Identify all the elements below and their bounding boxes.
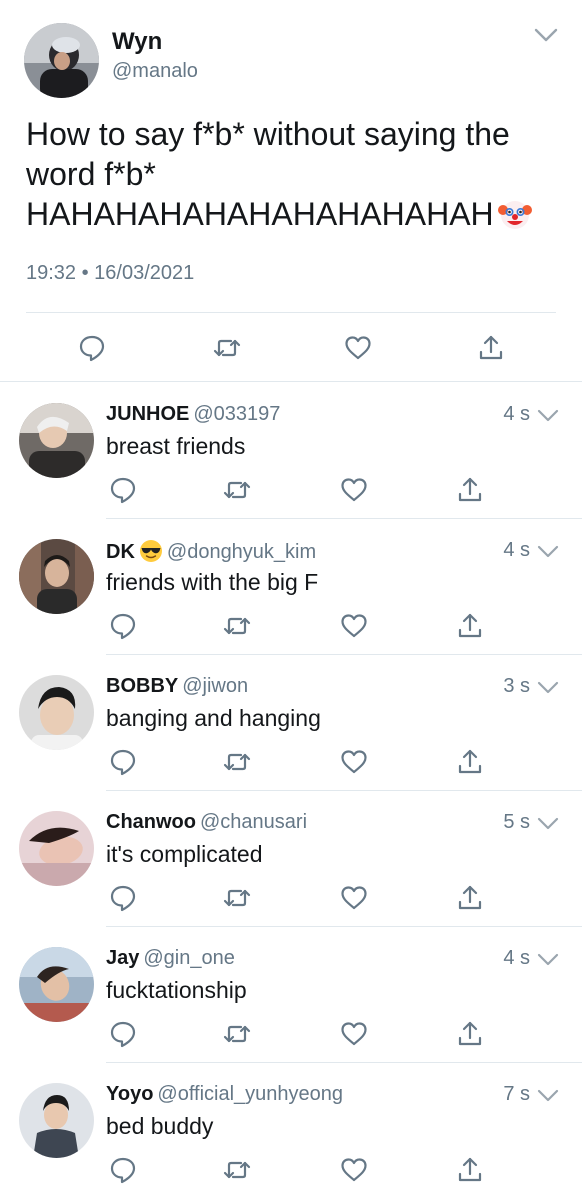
tweet-text-line: HAHAHAHAHAHAHAHAHAHAH <box>26 194 566 234</box>
like-icon[interactable] <box>339 611 369 641</box>
reply-text: fucktationship <box>106 977 247 1003</box>
tweet-text-line: How to say f*b* without saying the <box>26 116 510 152</box>
reply-tweet[interactable]: DK @donghyuk_kim 4 s friends with the big… <box>0 519 582 655</box>
author-handle[interactable]: @033197 <box>193 403 280 425</box>
reply-header: JUNHOE @033197 <box>106 403 280 426</box>
reply-icon[interactable] <box>108 1019 138 1049</box>
avatar[interactable] <box>19 1083 94 1158</box>
reply-header: Jay @gin_one <box>106 947 235 970</box>
chevron-down-icon[interactable] <box>537 816 559 831</box>
reply-header: Yoyo @official_yunhyeong <box>106 1083 343 1106</box>
reply-header: DK @donghyuk_kim <box>106 539 316 564</box>
main-tweet: Wyn @manalo How to say f*b* without sayi… <box>0 0 582 382</box>
like-icon[interactable] <box>339 475 369 505</box>
reply-tweet[interactable]: Jay @gin_one 4 s fucktationship <box>0 927 582 1063</box>
chevron-down-icon[interactable] <box>537 680 559 695</box>
section-divider <box>0 381 582 382</box>
like-icon[interactable] <box>339 1155 369 1185</box>
author-handle[interactable]: @jiwon <box>182 675 248 697</box>
reply-icon[interactable] <box>108 747 138 777</box>
avatar[interactable] <box>19 811 94 886</box>
clown-face-icon <box>497 197 532 231</box>
author-name[interactable]: BOBBY <box>106 675 178 697</box>
author-handle[interactable]: @chanusari <box>200 811 307 833</box>
reply-tweet[interactable]: Yoyo @official_yunhyeong 7 s bed buddy <box>0 1063 582 1199</box>
retweet-icon[interactable] <box>222 611 252 641</box>
reply-text: bed buddy <box>106 1113 214 1139</box>
chevron-down-icon[interactable] <box>537 408 559 423</box>
reply-icon[interactable] <box>77 333 107 363</box>
reply-header: Chanwoo @chanusari <box>106 811 307 834</box>
like-icon[interactable] <box>343 333 373 363</box>
reply-tweet[interactable]: Chanwoo @chanusari 5 s it's complicated <box>0 791 582 927</box>
author-name[interactable]: DK <box>106 541 135 563</box>
tweet-timestamp[interactable]: 19:32 • 16/03/2021 <box>26 262 194 285</box>
reply-tweet[interactable]: JUNHOE @033197 4 s breast friends <box>0 383 582 519</box>
sunglasses-face-icon <box>139 539 163 563</box>
chevron-down-icon[interactable] <box>533 26 559 44</box>
reply-text: friends with the big F <box>106 569 319 595</box>
reply-time: 5 s <box>503 811 530 833</box>
retweet-icon[interactable] <box>222 747 252 777</box>
author-handle[interactable]: @manalo <box>112 60 198 83</box>
retweet-icon[interactable] <box>222 1155 252 1185</box>
divider <box>26 312 556 313</box>
share-icon[interactable] <box>455 1019 485 1049</box>
reply-text: banging and hanging <box>106 705 321 731</box>
reply-icon[interactable] <box>108 1155 138 1185</box>
avatar[interactable] <box>19 539 94 614</box>
like-icon[interactable] <box>339 1019 369 1049</box>
avatar[interactable] <box>19 675 94 750</box>
tweet-text-line: word f*b* <box>26 156 156 192</box>
reply-time: 3 s <box>503 675 530 697</box>
reply-time: 4 s <box>503 403 530 425</box>
reply-icon[interactable] <box>108 883 138 913</box>
reply-icon[interactable] <box>108 475 138 505</box>
share-icon[interactable] <box>455 611 485 641</box>
author-name[interactable]: Wyn <box>112 28 162 56</box>
like-icon[interactable] <box>339 747 369 777</box>
author-name[interactable]: Jay <box>106 947 139 969</box>
author-name[interactable]: JUNHOE <box>106 403 189 425</box>
reply-tweet[interactable]: BOBBY @jiwon 3 s banging and hanging <box>0 655 582 791</box>
retweet-icon[interactable] <box>222 883 252 913</box>
share-icon[interactable] <box>476 333 506 363</box>
avatar[interactable] <box>24 23 99 98</box>
avatar[interactable] <box>19 403 94 478</box>
share-icon[interactable] <box>455 475 485 505</box>
reply-text: breast friends <box>106 433 246 459</box>
author-handle[interactable]: @gin_one <box>143 947 234 969</box>
like-icon[interactable] <box>339 883 369 913</box>
tweet-text: How to say f*b* without saying the word … <box>26 114 566 234</box>
tweet-actions <box>0 330 582 366</box>
chevron-down-icon[interactable] <box>537 1088 559 1103</box>
author-name[interactable]: Yoyo <box>106 1083 153 1105</box>
reply-time: 4 s <box>503 947 530 969</box>
reply-icon[interactable] <box>108 611 138 641</box>
retweet-icon[interactable] <box>212 333 242 363</box>
author-name[interactable]: Chanwoo <box>106 811 196 833</box>
avatar[interactable] <box>19 947 94 1022</box>
share-icon[interactable] <box>455 883 485 913</box>
tweet-text-line-content: HAHAHAHAHAHAHAHAHAHAH <box>26 196 494 232</box>
reply-time: 4 s <box>503 539 530 561</box>
reply-text: it's complicated <box>106 841 263 867</box>
author-handle[interactable]: @official_yunhyeong <box>157 1083 343 1105</box>
retweet-icon[interactable] <box>222 475 252 505</box>
share-icon[interactable] <box>455 747 485 777</box>
chevron-down-icon[interactable] <box>537 544 559 559</box>
reply-time: 7 s <box>503 1083 530 1105</box>
author-handle[interactable]: @donghyuk_kim <box>167 541 316 563</box>
reply-header: BOBBY @jiwon <box>106 675 248 698</box>
share-icon[interactable] <box>455 1155 485 1185</box>
chevron-down-icon[interactable] <box>537 952 559 967</box>
retweet-icon[interactable] <box>222 1019 252 1049</box>
